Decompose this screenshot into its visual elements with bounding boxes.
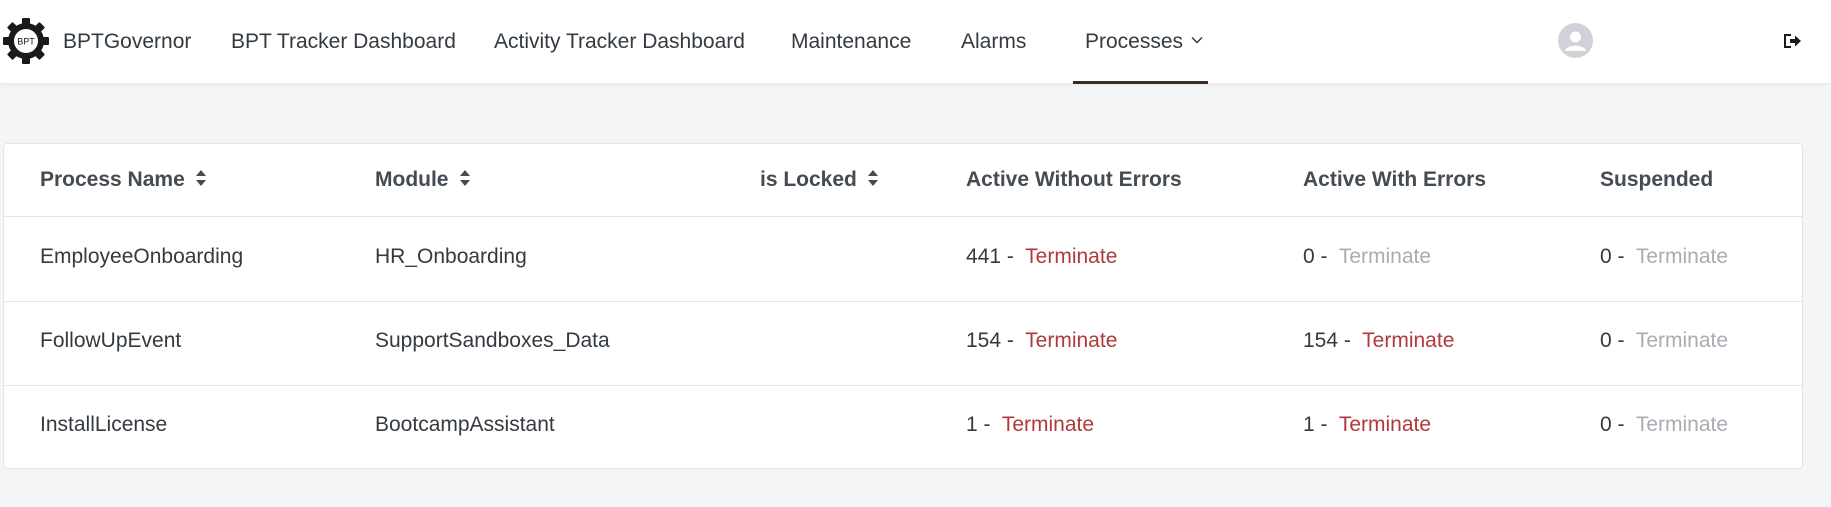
table-row: EmployeeOnboarding HR_Onboarding 441 - T… (4, 217, 1802, 302)
logout-icon[interactable] (1782, 32, 1802, 50)
terminate-link[interactable]: Terminate (1339, 413, 1431, 436)
process-name-cell: FollowUpEvent (40, 329, 182, 352)
active-with-errors-cell: 0 - Terminate (1303, 245, 1431, 269)
terminate-link[interactable]: Terminate (1002, 413, 1094, 436)
column-header-module[interactable]: Module (375, 168, 471, 192)
count-value: 1 - (966, 413, 991, 436)
sort-icon[interactable] (459, 168, 471, 188)
process-name-cell: EmployeeOnboarding (40, 245, 244, 268)
active-with-errors-cell: 1 - Terminate (1303, 413, 1431, 437)
count-value: 441 - (966, 245, 1014, 268)
chevron-down-icon (1191, 37, 1203, 45)
logo-text: BPT (17, 37, 35, 47)
terminate-link-disabled: Terminate (1635, 413, 1729, 436)
count-value: 0 - (1600, 413, 1625, 436)
terminate-link[interactable]: Terminate (1025, 329, 1117, 352)
count-value: 154 - (1303, 329, 1351, 352)
count-value: 0 - (1303, 245, 1328, 268)
suspended-cell: 0 - Terminate (1600, 245, 1728, 269)
suspended-cell: 0 - Terminate (1600, 329, 1728, 353)
user-avatar-icon[interactable] (1558, 23, 1593, 58)
count-value: 1 - (1303, 413, 1328, 436)
active-without-errors-cell: 441 - Terminate (966, 245, 1117, 269)
table-header-row: Process Name Module is Locked Active Wit… (4, 144, 1802, 217)
gear-logo-icon[interactable]: BPT (2, 17, 50, 65)
module-cell: BootcampAssistant (375, 413, 555, 436)
suspended-cell: 0 - Terminate (1600, 413, 1728, 437)
nav-activity-tracker-dashboard[interactable]: Activity Tracker Dashboard (494, 30, 745, 54)
column-header-suspended: Suspended (1600, 168, 1714, 191)
process-name-cell: InstallLicense (40, 413, 168, 436)
nav-bpt-tracker-dashboard[interactable]: BPT Tracker Dashboard (231, 30, 456, 54)
nav-alarms[interactable]: Alarms (961, 30, 1026, 54)
column-header-active-with-errors: Active With Errors (1303, 168, 1487, 191)
terminate-link-disabled: Terminate (1338, 245, 1432, 268)
table-row: FollowUpEvent SupportSandboxes_Data 154 … (4, 301, 1802, 386)
terminate-link-disabled: Terminate (1635, 245, 1729, 268)
active-without-errors-cell: 1 - Terminate (966, 413, 1094, 437)
terminate-link-disabled: Terminate (1635, 329, 1729, 352)
nav-maintenance[interactable]: Maintenance (791, 30, 911, 54)
count-value: 0 - (1600, 245, 1625, 268)
brand-name[interactable]: BPTGovernor (63, 30, 191, 54)
nav-processes[interactable]: Processes (1085, 30, 1203, 54)
active-tab-indicator (1073, 81, 1208, 84)
sort-icon[interactable] (195, 168, 207, 188)
active-without-errors-cell: 154 - Terminate (966, 329, 1117, 353)
table-row: InstallLicense BootcampAssistant 1 - Ter… (4, 385, 1802, 469)
terminate-link[interactable]: Terminate (1025, 245, 1117, 268)
sort-icon[interactable] (867, 168, 879, 188)
module-cell: HR_Onboarding (375, 245, 527, 268)
count-value: 154 - (966, 329, 1014, 352)
module-cell: SupportSandboxes_Data (375, 329, 610, 352)
active-with-errors-cell: 154 - Terminate (1303, 329, 1454, 353)
processes-table: Process Name Module is Locked Active Wit… (3, 143, 1803, 469)
column-header-process-name[interactable]: Process Name (40, 168, 207, 192)
column-header-is-locked[interactable]: is Locked (760, 168, 879, 192)
terminate-link[interactable]: Terminate (1362, 329, 1454, 352)
column-header-active-without-errors: Active Without Errors (966, 168, 1182, 191)
nav-processes-label: Processes (1085, 30, 1184, 53)
count-value: 0 - (1600, 329, 1625, 352)
top-navbar: BPT BPTGovernor BPT Tracker Dashboard Ac… (0, 0, 1831, 84)
